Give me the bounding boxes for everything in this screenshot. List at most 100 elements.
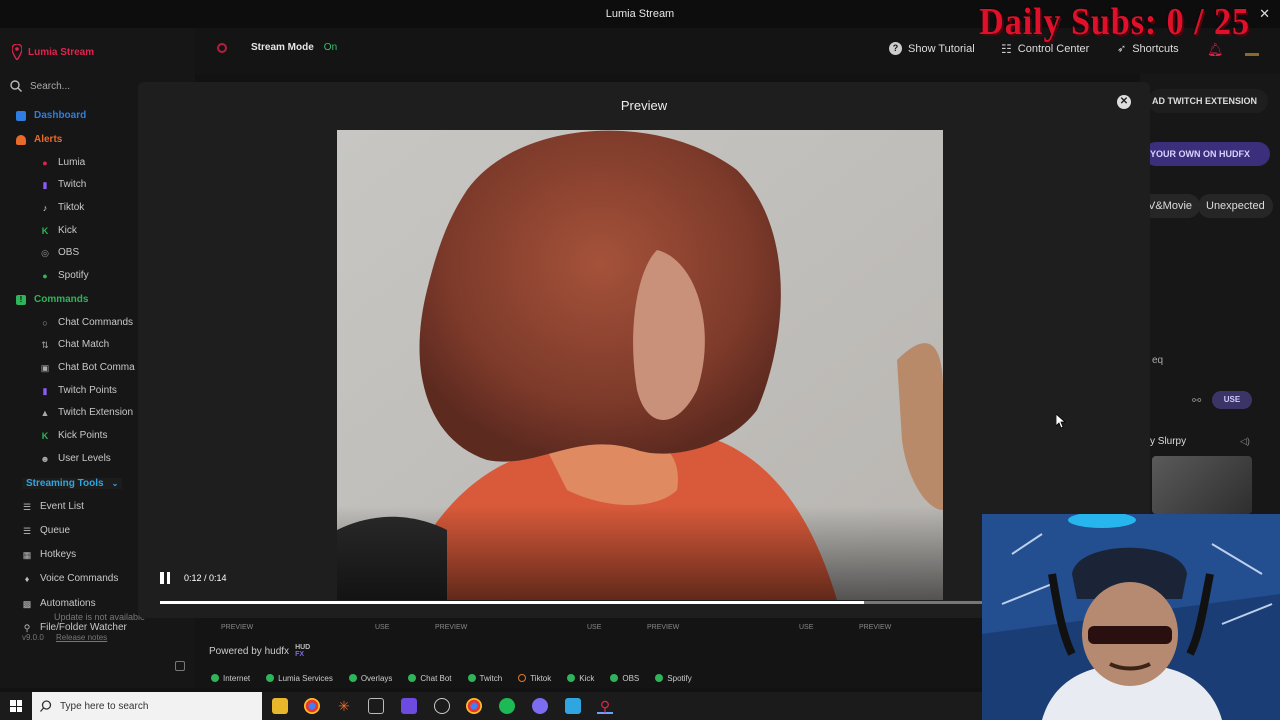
version-number: v9.0.0 [22,633,44,642]
background-panel [1140,74,1280,514]
sidebar-item-chat-match[interactable]: ⇅ Chat Match [40,339,109,350]
sidebar-item-automations[interactable]: ▩ Automations [22,598,96,609]
status-item[interactable]: Overlays [348,674,392,683]
card-text: eq [1152,355,1164,366]
window-close-button[interactable]: ✕ [1259,6,1270,22]
status-dot-icon [211,674,219,682]
preview-button[interactable]: PREVIEW [647,624,679,631]
release-notes-link[interactable]: Release notes [56,633,107,642]
app-clock-icon[interactable] [434,698,450,714]
lumia-taskbar-icon[interactable]: ⚲ [597,698,613,714]
brand[interactable]: Lumia Stream [12,44,94,60]
use-button[interactable]: USE [587,624,601,631]
bell-icon: 🔔︎ [1207,42,1224,57]
sidebar-item-label: Event List [40,501,84,512]
sidebar-item-label: Alerts [34,134,63,145]
match-icon: ⇅ [41,339,49,350]
video-frame [337,130,943,600]
chrome-icon[interactable] [304,698,320,714]
status-item[interactable]: OBS [610,674,639,683]
use-button[interactable]: USE [799,624,813,631]
sidebar-item-tiktok[interactable]: ♪ Tiktok [40,202,85,213]
use-button[interactable]: USE [375,624,389,631]
tiktok-icon: ♪ [42,202,48,213]
sidebar-item-commands[interactable]: ! Commands [16,294,88,305]
sidebar-item-chat-commands[interactable]: ○ Chat Commands [40,317,133,328]
status-item[interactable]: Kick [567,674,594,683]
collapse-sidebar-icon[interactable] [175,661,185,671]
chat-bubble-icon: ○ [42,317,48,328]
preview-button[interactable]: PREVIEW [221,624,253,631]
video-progress-bar[interactable] [160,601,982,604]
close-icon[interactable]: ✕ [1117,95,1131,109]
taskbar-search-input[interactable]: Type here to search [60,701,148,712]
taskbar-search[interactable]: Type here to search [32,692,262,720]
sidebar-item-queue[interactable]: ☰ Queue [22,525,70,536]
video-progress-fill [160,601,865,604]
app-star-icon[interactable]: ✳ [336,698,352,714]
kick-icon: K [41,430,49,441]
file-explorer-icon[interactable] [272,698,288,714]
preview-button[interactable]: PREVIEW [859,624,891,631]
profile-button[interactable] [1245,42,1259,56]
status-item[interactable]: Chat Bot [408,674,452,683]
link-icon[interactable]: ⚯ [1192,394,1201,407]
status-item[interactable]: Internet [211,674,250,683]
discord-icon[interactable] [532,698,548,714]
sidebar-item-label: Hotkeys [40,549,77,560]
sidebar-item-event-list[interactable]: ☰ Event List [22,501,84,512]
pause-icon[interactable] [160,572,170,584]
hudfx-button[interactable]: YOUR OWN ON HUDFX [1144,142,1270,166]
status-label: Twitch [479,673,503,683]
sidebar-item-dashboard[interactable]: Dashboard [16,110,86,121]
status-item[interactable]: Spotify [655,674,692,683]
sidebar-item-kick-points[interactable]: K Kick Points [40,430,108,441]
twitch-extension-button[interactable]: AD TWITCH EXTENSION [1148,89,1268,113]
powered-by-text: Powered by hudfx [209,645,290,657]
app-grid-icon[interactable] [401,698,417,714]
status-item[interactable]: Twitch [467,673,503,683]
sidebar-item-label: OBS [58,247,80,258]
sidebar-item-label: Voice Commands [40,573,119,584]
link-icon: ⚲ [23,622,31,633]
video-time: 0:12 / 0:14 [184,573,227,583]
status-item[interactable]: Tiktok [518,674,551,683]
app-f-icon[interactable] [565,698,581,714]
preview-button[interactable]: PREVIEW [435,624,467,631]
use-button[interactable]: USE [1212,391,1252,409]
notifications-button[interactable]: 🔔︎ [1207,42,1224,58]
chrome-icon[interactable] [466,698,482,714]
windows-start-icon[interactable] [10,700,22,712]
sidebar-item-chat-bot[interactable]: ▣ Chat Bot Comma [40,362,135,373]
hudfx-logo-top: HUD [295,644,311,651]
bot-icon: ▣ [40,362,50,373]
brand-name: Lumia Stream [28,46,95,58]
sidebar-item-twitch-extension[interactable]: ▲ Twitch Extension [40,407,134,418]
sidebar-item-lumia[interactable]: ● Lumia [40,157,85,168]
control-center-button[interactable]: ☷ Control Center [1001,42,1089,56]
show-tutorial-button[interactable]: ? Show Tutorial [889,42,975,55]
spotify-icon: ● [42,270,48,281]
sidebar-item-obs[interactable]: ◎ OBS [40,247,79,258]
video-player[interactable] [337,130,943,600]
obs-icon: ◎ [41,247,49,258]
status-item[interactable]: Lumia Services [266,674,333,683]
sidebar-item-twitch[interactable]: ▮ Twitch [40,179,87,190]
app-box-icon[interactable] [368,698,384,714]
sidebar-item-spotify[interactable]: ● Spotify [40,270,88,281]
sidebar-item-twitch-points[interactable]: ▮ Twitch Points [40,385,117,396]
sidebar-item-file-watcher[interactable]: ⚲ File/Folder Watcher [22,622,127,633]
sidebar-item-user-levels[interactable]: ☻ User Levels [40,453,111,464]
spotify-icon[interactable] [499,698,515,714]
stream-mode-toggle[interactable]: Stream Mode On [217,42,337,53]
sidebar-item-hotkeys[interactable]: ▦ Hotkeys [22,549,76,560]
keyboard-icon: ▦ [22,549,32,560]
card-title: y Slurpy [1150,436,1187,447]
sidebar-item-alerts[interactable]: Alerts [16,134,62,145]
sidebar-item-streaming-tools[interactable]: Streaming Tools ⌄ [22,478,123,489]
sidebar-item-kick[interactable]: K Kick [40,225,77,236]
search-input[interactable]: Search... [30,81,70,92]
speaker-icon[interactable]: ◁) [1240,436,1250,447]
sidebar-item-voice-commands[interactable]: ♦ Voice Commands [22,573,119,584]
category-chip[interactable]: Unexpected [1198,194,1273,218]
